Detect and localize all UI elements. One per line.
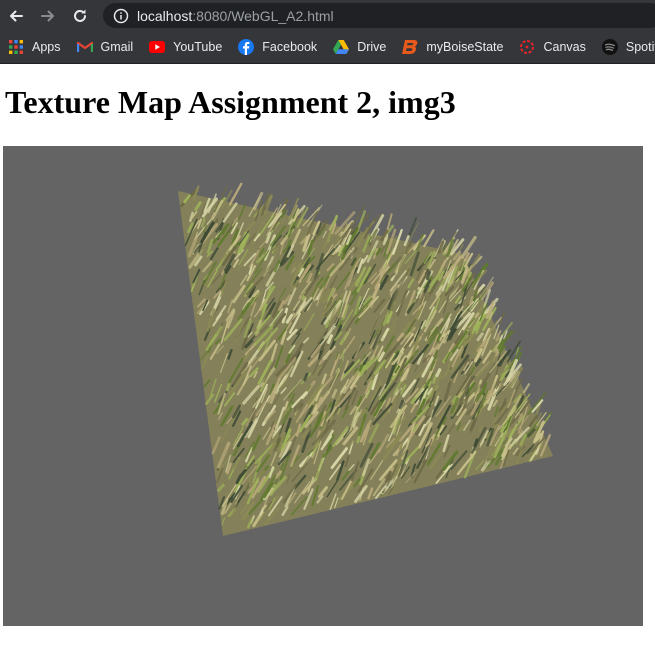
bookmark-label: Canvas	[543, 40, 586, 54]
bookmark-label: Drive	[357, 40, 387, 54]
site-info-icon[interactable]	[113, 8, 129, 24]
url-text: localhost:8080/WebGL_A2.html	[137, 8, 334, 24]
bookmark-drive[interactable]: Drive	[325, 34, 394, 60]
bookmark-apps[interactable]: Apps	[0, 34, 69, 60]
arrow-left-icon	[10, 10, 23, 21]
address-bar[interactable]: localhost:8080/WebGL_A2.html	[103, 3, 655, 28]
facebook-icon	[238, 39, 255, 55]
bookmark-youtube[interactable]: YouTube	[141, 34, 230, 60]
bookmarks-bar: Apps Gmail YouTube Facebook Drive myBois…	[0, 31, 655, 64]
bookmark-label: YouTube	[173, 40, 223, 54]
bookmark-label: Apps	[32, 40, 61, 54]
bookmark-myboisestate[interactable]: myBoiseState	[394, 34, 511, 60]
bookmark-gmail[interactable]: Gmail	[69, 34, 142, 60]
gmail-icon	[76, 39, 93, 55]
arrow-right-icon	[41, 10, 54, 21]
url-path: :8080/WebGL_A2.html	[192, 7, 334, 24]
apps-grid-icon	[8, 39, 24, 55]
canvas-icon	[519, 39, 535, 55]
reload-icon	[74, 9, 86, 22]
url-host: localhost	[137, 7, 193, 24]
reload-button[interactable]	[69, 5, 91, 27]
bookmark-facebook[interactable]: Facebook	[230, 34, 325, 60]
bookmark-label: myBoiseState	[426, 40, 504, 54]
back-button[interactable]	[5, 5, 27, 27]
webgl-canvas[interactable]	[3, 146, 643, 626]
page-title: Texture Map Assignment 2, img3	[5, 84, 456, 120]
bookmark-label: Facebook	[262, 40, 318, 54]
spotify-icon	[601, 39, 618, 55]
bookmark-canvas[interactable]: Canvas	[511, 34, 593, 60]
textured-quad	[3, 146, 643, 626]
bookmark-label: Gmail	[100, 40, 134, 54]
browser-toolbar: localhost:8080/WebGL_A2.html	[0, 0, 655, 31]
drive-icon	[333, 39, 350, 55]
forward-button[interactable]	[37, 5, 59, 27]
bookmark-label: Spotify Ar	[625, 40, 655, 54]
bookmark-spotify[interactable]: Spotify Ar	[594, 34, 655, 60]
youtube-icon	[149, 39, 166, 55]
boise-state-icon	[402, 39, 418, 55]
